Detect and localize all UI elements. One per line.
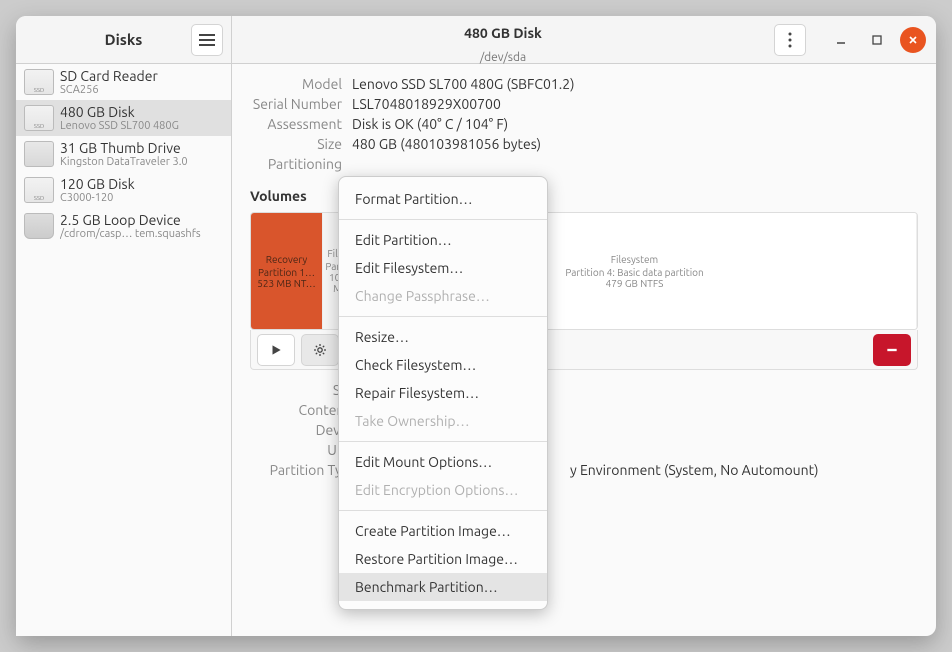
device-name: 31 GB Thumb Drive <box>60 140 223 156</box>
delete-partition-button[interactable] <box>873 334 911 366</box>
device-sub: Kingston DataTraveler 3.0 <box>60 156 223 168</box>
partition-recovery[interactable]: Recovery Partition 1… 523 MB NT… <box>251 213 323 329</box>
menu-item[interactable]: Benchmark Partition… <box>339 573 547 601</box>
menu-item[interactable]: Edit Partition… <box>339 226 547 254</box>
device-name: 2.5 GB Loop Device <box>60 212 223 228</box>
device-sub: SCA256 <box>60 84 223 96</box>
menu-item[interactable]: Format Partition… <box>339 185 547 213</box>
volume-settings-button[interactable] <box>301 334 339 366</box>
mount-button[interactable] <box>257 334 295 366</box>
app-title: Disks <box>105 31 143 48</box>
value-model: Lenovo SSD SL700 480G (SBFC01.2) <box>352 74 575 94</box>
label-serial: Serial Number <box>250 94 352 114</box>
drive-icon: SSD <box>24 177 54 203</box>
menu-item[interactable]: Check Filesystem… <box>339 351 547 379</box>
device-item[interactable]: SSD SD Card Reader SCA256 <box>16 64 231 100</box>
menu-item[interactable]: Restore Partition Image… <box>339 545 547 573</box>
menu-separator <box>339 510 547 511</box>
menu-separator <box>339 219 547 220</box>
minimize-button[interactable] <box>828 27 854 53</box>
maximize-button[interactable] <box>864 27 890 53</box>
label-assessment: Assessment <box>250 114 352 134</box>
minus-icon <box>885 343 899 357</box>
label-size: Size <box>250 134 352 154</box>
menu-separator <box>339 316 547 317</box>
close-icon <box>907 34 919 46</box>
device-name: 120 GB Disk <box>60 176 223 192</box>
menu-item[interactable]: Edit Mount Options… <box>339 448 547 476</box>
minimize-icon <box>835 34 847 46</box>
titlebar: Disks 480 GB Disk /dev/sda <box>16 16 936 64</box>
drive-icon: SSD <box>24 105 54 131</box>
sidebar-header: Disks <box>16 16 232 63</box>
menu-item[interactable]: Resize… <box>339 323 547 351</box>
value-size: 480 GB (480103981056 bytes) <box>352 134 541 154</box>
window-controls <box>828 27 936 53</box>
kebab-icon <box>788 32 792 48</box>
device-item[interactable]: SSD 480 GB Disk Lenovo SSD SL700 480G <box>16 100 231 136</box>
label-partitioning: Partitioning <box>250 154 352 174</box>
drive-icon: SSD <box>24 69 54 95</box>
value-serial: LSL7048018929X00700 <box>352 94 501 114</box>
device-item[interactable]: 31 GB Thumb Drive Kingston DataTraveler … <box>16 136 231 172</box>
device-sub: Lenovo SSD SL700 480G <box>60 120 223 132</box>
hamburger-icon <box>199 34 215 46</box>
close-button[interactable] <box>900 27 926 53</box>
drive-icon <box>24 213 54 239</box>
drive-icon <box>24 141 54 167</box>
drive-menu-button[interactable] <box>774 24 806 56</box>
menu-item[interactable]: Repair Filesystem… <box>339 379 547 407</box>
disk-title: 480 GB Disk <box>232 15 774 51</box>
title-right: 480 GB Disk /dev/sda <box>232 16 936 63</box>
title-center: 480 GB Disk /dev/sda <box>232 15 774 64</box>
menu-item[interactable]: Create Partition Image… <box>339 517 547 545</box>
device-list[interactable]: SSD SD Card Reader SCA256 SSD 480 GB Dis… <box>16 64 232 636</box>
menu-item: Take Ownership… <box>339 407 547 435</box>
device-sub: /cdrom/casp… tem.squashfs <box>60 228 223 240</box>
app-menu-button[interactable] <box>191 24 223 56</box>
menu-separator <box>339 441 547 442</box>
device-item[interactable]: 2.5 GB Loop Device /cdrom/casp… tem.squa… <box>16 208 231 244</box>
gear-icon <box>313 343 327 357</box>
label-model: Model <box>250 74 352 94</box>
disk-path: /dev/sda <box>232 51 774 64</box>
play-icon <box>269 343 283 357</box>
device-sub: C3000-120 <box>60 192 223 204</box>
device-name: 480 GB Disk <box>60 104 223 120</box>
menu-item: Edit Encryption Options… <box>339 476 547 504</box>
device-item[interactable]: SSD 120 GB Disk C3000-120 <box>16 172 231 208</box>
menu-item: Change Passphrase… <box>339 282 547 310</box>
device-name: SD Card Reader <box>60 68 223 84</box>
menu-item[interactable]: Edit Filesystem… <box>339 254 547 282</box>
maximize-icon <box>871 34 883 46</box>
value-assessment: Disk is OK (40° C / 104° F) <box>352 114 508 134</box>
partition-context-menu: Format Partition… Edit Partition…Edit Fil… <box>338 176 548 610</box>
